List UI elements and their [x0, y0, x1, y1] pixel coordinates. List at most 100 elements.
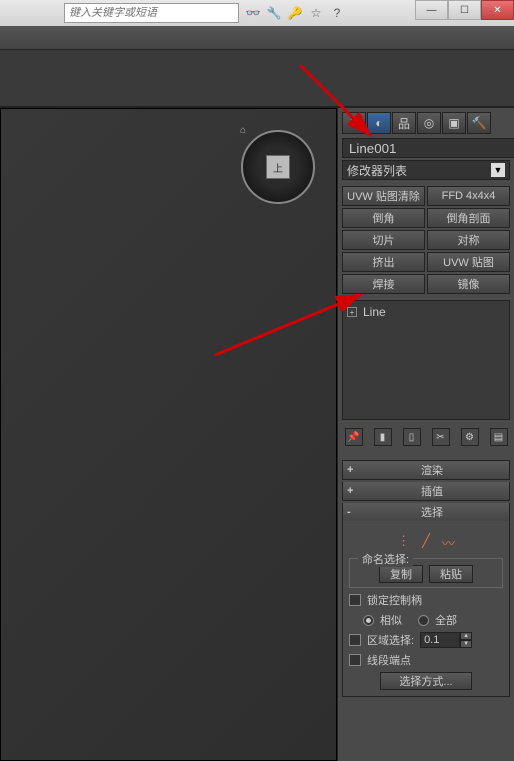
- make-unique-icon[interactable]: ▯: [403, 428, 421, 446]
- toolbar-area: [0, 50, 514, 106]
- maximize-button[interactable]: ☐: [448, 0, 481, 20]
- select-mode-row: 选择方式...: [349, 672, 503, 690]
- viewport[interactable]: ⌂ 上: [0, 108, 337, 761]
- radio-all[interactable]: [418, 615, 429, 626]
- plus-icon: +: [347, 464, 359, 476]
- display-icon: ▣: [448, 116, 459, 130]
- rollout-render-header[interactable]: + 渲染: [343, 461, 509, 479]
- btn-symmetry[interactable]: 对称: [427, 230, 510, 250]
- motion-icon: ◎: [424, 116, 434, 130]
- rollout-render-title: 渲染: [359, 462, 505, 478]
- area-select-row: 区域选择: ▲ ▼: [349, 632, 503, 648]
- lock-handles-row: 锁定控制柄: [349, 592, 503, 608]
- rollout-render: + 渲染: [342, 460, 510, 480]
- btn-mirror[interactable]: 镜像: [427, 274, 510, 294]
- stack-tools: 📌 ▮ ▯ ✂ ⚙ ▤: [342, 428, 510, 448]
- btn-chamfer[interactable]: 倒角: [342, 208, 425, 228]
- end-result-icon[interactable]: ▤: [490, 428, 508, 446]
- configure-sets-icon[interactable]: ⚙: [461, 428, 479, 446]
- btn-uvw-clear[interactable]: UVW 贴图清除: [342, 186, 425, 206]
- sun-icon: ✳: [349, 116, 359, 130]
- rollout-interp-title: 插值: [359, 483, 505, 499]
- viewcube[interactable]: ⌂ 上: [238, 127, 318, 207]
- remove-modifier-icon[interactable]: ✂: [432, 428, 450, 446]
- area-select-input[interactable]: [420, 632, 460, 648]
- command-tabs: ✳ ◐ 品 ◎ ▣ 🔨: [342, 112, 510, 134]
- segment-icon[interactable]: ╱: [422, 533, 430, 552]
- segment-end-checkbox[interactable]: [349, 654, 361, 666]
- btn-chamfer-profile[interactable]: 倒角剖面: [427, 208, 510, 228]
- object-name-row: [342, 138, 510, 158]
- toolbar-icons: 👓 🔧 🔑 ☆ ?: [245, 5, 345, 21]
- rainbow-icon: ◐: [375, 116, 382, 130]
- segment-end-label: 线段端点: [367, 652, 411, 668]
- named-selection-fieldset: 命名选择: 复制 粘贴: [349, 558, 503, 588]
- rollout-interp-header[interactable]: + 插值: [343, 482, 509, 500]
- chevron-down-icon: ▼: [491, 163, 505, 177]
- key-icon[interactable]: 🔑: [287, 5, 303, 21]
- subobject-icons: ⋮ ╱ 〰: [349, 533, 503, 552]
- tab-utilities[interactable]: 🔨: [467, 112, 491, 134]
- viewcube-face[interactable]: 上: [266, 155, 290, 179]
- menubar: [0, 26, 514, 50]
- radio-all-label: 全部: [435, 612, 457, 628]
- paste-button[interactable]: 粘贴: [429, 565, 473, 583]
- window-controls: — ☐ ✕: [415, 0, 514, 20]
- area-select-spinner[interactable]: ▲ ▼: [420, 632, 472, 648]
- radio-similar-label: 相似: [380, 612, 402, 628]
- tab-display[interactable]: ▣: [442, 112, 466, 134]
- minimize-button[interactable]: —: [415, 0, 448, 20]
- tab-create[interactable]: ✳: [342, 112, 366, 134]
- area-select-label: 区域选择:: [367, 632, 414, 648]
- stack-item-label: Line: [363, 305, 386, 319]
- area-select-checkbox[interactable]: [349, 634, 361, 646]
- stack-item-line[interactable]: + Line: [347, 305, 505, 319]
- minus-icon: -: [347, 506, 359, 518]
- help-icon[interactable]: ?: [329, 5, 345, 21]
- close-button[interactable]: ✕: [481, 0, 514, 20]
- titlebar: 👓 🔧 🔑 ☆ ? — ☐ ✕: [0, 0, 514, 26]
- show-result-icon[interactable]: ▮: [374, 428, 392, 446]
- tab-modify[interactable]: ◐: [367, 112, 391, 134]
- lock-handles-label: 锁定控制柄: [367, 592, 422, 608]
- viewcube-home-icon[interactable]: ⌂: [240, 125, 252, 137]
- lock-handles-radios: 相似 全部: [363, 612, 503, 628]
- select-mode-button[interactable]: 选择方式...: [380, 672, 471, 690]
- rollout-select-header[interactable]: - 选择: [343, 503, 509, 521]
- btn-ffd[interactable]: FFD 4x4x4: [427, 186, 510, 206]
- tab-hierarchy[interactable]: 品: [392, 112, 416, 134]
- rollout-select-title: 选择: [359, 504, 505, 520]
- named-selection-legend: 命名选择:: [358, 551, 413, 567]
- spinner-up-icon[interactable]: ▲: [460, 632, 472, 640]
- search-input[interactable]: [64, 3, 239, 23]
- btn-slice[interactable]: 切片: [342, 230, 425, 250]
- plus-icon: +: [347, 485, 359, 497]
- modifier-list-label: 修改器列表: [347, 162, 407, 179]
- spinner-down-icon[interactable]: ▼: [460, 640, 472, 648]
- lock-handles-checkbox[interactable]: [349, 594, 361, 606]
- content-area: ⌂ 上 ✳ ◐ 品 ◎ ▣ 🔨 修改器列表 ▼ UVW 贴图清除 FFD 4x4…: [0, 108, 514, 761]
- vertex-icon[interactable]: ⋮: [397, 533, 410, 552]
- star-icon[interactable]: ☆: [308, 5, 324, 21]
- spline-icon[interactable]: 〰: [442, 533, 455, 552]
- binoculars-icon[interactable]: 👓: [245, 5, 261, 21]
- pin-stack-icon[interactable]: 📌: [345, 428, 363, 446]
- modifier-stack[interactable]: + Line: [342, 300, 510, 420]
- copy-button[interactable]: 复制: [379, 565, 423, 583]
- object-name-input[interactable]: [342, 138, 514, 158]
- rollout-select: - 选择 ⋮ ╱ 〰 命名选择: 复制 粘贴 锁: [342, 503, 510, 697]
- tab-motion[interactable]: ◎: [417, 112, 441, 134]
- btn-weld[interactable]: 焊接: [342, 274, 425, 294]
- wrench-icon[interactable]: 🔧: [266, 5, 282, 21]
- rollout-select-body: ⋮ ╱ 〰 命名选择: 复制 粘贴 锁定控制柄 相似: [343, 521, 509, 696]
- modifier-buttons: UVW 贴图清除 FFD 4x4x4 倒角 倒角剖面 切片 对称 挤出 UVW …: [342, 186, 510, 294]
- modifier-list-dropdown[interactable]: 修改器列表 ▼: [342, 160, 510, 180]
- btn-extrude[interactable]: 挤出: [342, 252, 425, 272]
- hammer-icon: 🔨: [472, 116, 487, 130]
- command-panel: ✳ ◐ 品 ◎ ▣ 🔨 修改器列表 ▼ UVW 贴图清除 FFD 4x4x4 倒…: [337, 108, 514, 761]
- btn-uvw-map[interactable]: UVW 贴图: [427, 252, 510, 272]
- radio-similar[interactable]: [363, 615, 374, 626]
- expand-icon[interactable]: +: [347, 307, 357, 317]
- hierarchy-icon: 品: [398, 115, 410, 132]
- rollout-interp: + 插值: [342, 482, 510, 501]
